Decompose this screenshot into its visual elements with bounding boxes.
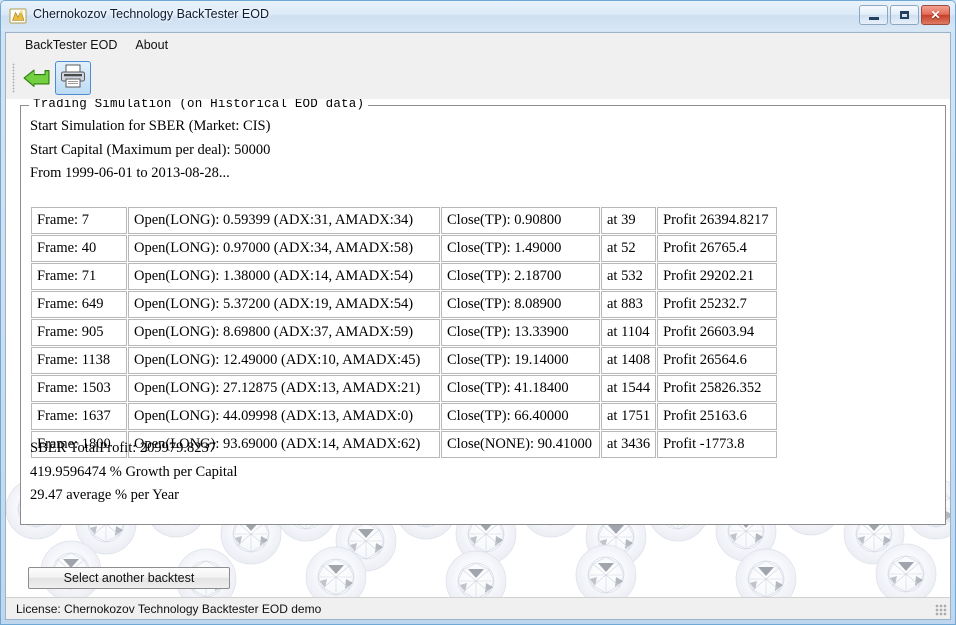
intro-line-2: Start Capital (Maximum per deal): 50000 <box>30 141 271 158</box>
license-status-text: License: Chernokozov Technology Backtest… <box>16 601 322 616</box>
cell-open: Open(LONG): 0.59399 (ADX:31, AMADX:34) <box>128 207 440 234</box>
table-row: Frame: 649 Open(LONG): 5.37200 (ADX:19, … <box>31 291 778 318</box>
cell-profit: Profit 26765.4 <box>657 235 778 262</box>
app-star-icon <box>9 7 27 25</box>
cell-open: Open(LONG): 0.97000 (ADX:34, AMADX:58) <box>128 235 440 262</box>
cell-close: Close(NONE): 90.41000 <box>441 431 600 458</box>
table-row: Frame: 1503 Open(LONG): 27.12875 (ADX:13… <box>31 375 778 402</box>
summary-average-per-year: 29.47 average % per Year <box>30 487 179 503</box>
cell-at: at 39 <box>601 207 657 234</box>
table-row: Frame: 71 Open(LONG): 1.38000 (ADX:14, A… <box>31 263 778 290</box>
close-button[interactable]: ✕ <box>921 5 950 25</box>
cell-at: at 883 <box>601 291 657 318</box>
cell-close: Close(TP): 66.40000 <box>441 403 600 430</box>
cell-at: at 1408 <box>601 347 657 374</box>
maximize-button[interactable] <box>890 5 919 25</box>
minimize-button[interactable] <box>859 5 888 25</box>
cell-frame: Frame: 1138 <box>31 347 127 374</box>
results-table-body: Frame: 7 Open(LONG): 0.59399 (ADX:31, AM… <box>31 207 778 458</box>
cell-profit: Profit 26394.8217 <box>657 207 778 234</box>
cell-frame: Frame: 649 <box>31 291 127 318</box>
cell-open: Open(LONG): 27.12875 (ADX:13, AMADX:21) <box>128 375 440 402</box>
print-button[interactable] <box>55 61 91 95</box>
cell-at: at 1104 <box>601 319 657 346</box>
cell-open: Open(LONG): 1.38000 (ADX:14, AMADX:54) <box>128 263 440 290</box>
intro-line-1: Start Simulation for SBER (Market: CIS) <box>30 118 271 134</box>
trading-simulation-group: Trading Simulation (on Historical EOD da… <box>20 99 946 525</box>
menu-item-backtester-eod[interactable]: BackTester EOD <box>16 35 126 55</box>
table-row: Frame: 1138 Open(LONG): 12.49000 (ADX:10… <box>31 347 778 374</box>
close-icon: ✕ <box>930 8 941 22</box>
cell-profit: Profit 26603.94 <box>657 319 778 346</box>
cell-close: Close(TP): 2.18700 <box>441 263 600 290</box>
menu-bar: BackTester EOD About <box>6 33 950 57</box>
resize-grip[interactable] <box>935 604 947 616</box>
menu-item-about[interactable]: About <box>126 35 177 55</box>
cell-close: Close(TP): 0.90800 <box>441 207 600 234</box>
cell-at: at 532 <box>601 263 657 290</box>
cell-profit: Profit 25826.352 <box>657 375 778 402</box>
cell-open: Open(LONG): 12.49000 (ADX:10, AMADX:45) <box>128 347 440 374</box>
back-button[interactable] <box>19 61 55 95</box>
cell-profit: Profit 25232.7 <box>657 291 778 318</box>
maximize-icon <box>900 11 909 19</box>
cell-profit: Profit 26564.6 <box>657 347 778 374</box>
cell-frame: Frame: 905 <box>31 319 127 346</box>
status-bar: License: Chernokozov Technology Backtest… <box>6 597 950 619</box>
results-table: Frame: 7 Open(LONG): 0.59399 (ADX:31, AM… <box>30 206 778 459</box>
table-row: Frame: 7 Open(LONG): 0.59399 (ADX:31, AM… <box>31 207 778 234</box>
cell-frame: Frame: 40 <box>31 235 127 262</box>
cell-at: at 1751 <box>601 403 657 430</box>
printer-icon <box>59 63 87 94</box>
group-legend: Trading Simulation (on Historical EOD da… <box>29 99 369 111</box>
select-another-backtest-button[interactable]: Select another backtest <box>28 567 230 589</box>
content-area: Trading Simulation (on Historical EOD da… <box>6 99 950 597</box>
cell-open: Open(LONG): 44.09998 (ADX:13, AMADX:0) <box>128 403 440 430</box>
cell-profit: Profit 29202.21 <box>657 263 778 290</box>
cell-frame: Frame: 71 <box>31 263 127 290</box>
table-row: Frame: 1637 Open(LONG): 44.09998 (ADX:13… <box>31 403 778 430</box>
simulation-summary: SBER TotalProfit: 209979.8237 419.959647… <box>30 440 237 511</box>
cell-frame: Frame: 7 <box>31 207 127 234</box>
toolbar <box>6 57 950 99</box>
cell-profit: Profit 25163.6 <box>657 403 778 430</box>
minimize-icon <box>868 17 879 20</box>
cell-close: Close(TP): 1.49000 <box>441 235 600 262</box>
intro-line-3: From 1999-06-01 to 2013-08-28... <box>30 165 230 181</box>
cell-close: Close(TP): 41.18400 <box>441 375 600 402</box>
cell-close: Close(TP): 8.08900 <box>441 291 600 318</box>
title-bar: Chernokozov Technology BackTester EOD ✕ <box>1 1 955 31</box>
summary-growth-per-capital: 419.9596474 % Growth per Capital <box>30 463 238 480</box>
table-row: Frame: 905 Open(LONG): 8.69800 (ADX:37, … <box>31 319 778 346</box>
main-window: Chernokozov Technology BackTester EOD ✕ … <box>0 0 956 625</box>
cell-frame: Frame: 1637 <box>31 403 127 430</box>
cell-close: Close(TP): 13.33900 <box>441 319 600 346</box>
cell-at: at 1544 <box>601 375 657 402</box>
toolbar-grip[interactable] <box>12 63 15 93</box>
window-title: Chernokozov Technology BackTester EOD <box>33 7 269 21</box>
cell-open: Open(LONG): 8.69800 (ADX:37, AMADX:59) <box>128 319 440 346</box>
table-row: Frame: 40 Open(LONG): 0.97000 (ADX:34, A… <box>31 235 778 262</box>
simulation-intro: Start Simulation for SBER (Market: CIS) … <box>30 118 270 189</box>
cell-at: at 3436 <box>601 431 657 458</box>
cell-close: Close(TP): 19.14000 <box>441 347 600 374</box>
cell-profit: Profit -1773.8 <box>657 431 778 458</box>
summary-total-profit: SBER TotalProfit: 209979.8237 <box>30 440 217 456</box>
cell-frame: Frame: 1503 <box>31 375 127 402</box>
window-controls: ✕ <box>859 5 950 25</box>
client-area: BackTester EOD About Trading Simulation … <box>5 32 951 620</box>
green-back-arrow-icon <box>22 63 52 94</box>
cell-at: at 52 <box>601 235 657 262</box>
cell-open: Open(LONG): 5.37200 (ADX:19, AMADX:54) <box>128 291 440 318</box>
